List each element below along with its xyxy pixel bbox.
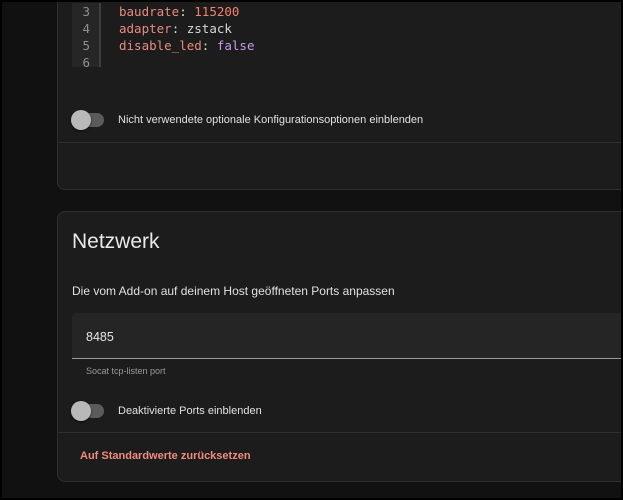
port-helper-text: Socat tcp-listen port xyxy=(86,366,166,376)
line-number: 4 xyxy=(82,21,90,36)
disabled-ports-toggle-row: Deaktivierte Ports einblenden xyxy=(71,401,262,421)
port-input-value: 8485 xyxy=(86,330,114,344)
code-lines[interactable]: baudrate: 115200 adapter: zstack disable… xyxy=(119,3,255,71)
code-line[interactable]: baudrate: 115200 xyxy=(119,3,255,20)
port-input[interactable]: 8485 xyxy=(72,313,621,359)
code-line[interactable]: disable_led: false xyxy=(119,37,255,54)
yaml-value: 115200 xyxy=(194,4,240,19)
configuration-card: 3 4 5 6 baudrate: 115200 adapter: zstack… xyxy=(57,2,621,190)
yaml-key: disable_led xyxy=(119,38,202,53)
yaml-key: baudrate xyxy=(119,4,180,19)
line-number-gutter: 3 4 5 6 xyxy=(72,3,100,70)
disabled-ports-toggle-label: Deaktivierte Ports einblenden xyxy=(118,405,262,417)
network-title: Netzwerk xyxy=(72,230,160,253)
line-number: 5 xyxy=(82,38,90,53)
network-description: Die vom Add-on auf deinem Host geöffnete… xyxy=(72,284,395,298)
yaml-editor[interactable]: 3 4 5 6 baudrate: 115200 adapter: zstack… xyxy=(72,3,621,70)
yaml-separator: : xyxy=(179,4,195,19)
line-number: 6 xyxy=(82,55,90,70)
optional-options-toggle-row: Nicht verwendete optionale Konfiguration… xyxy=(71,110,424,130)
toggle-knob xyxy=(71,110,91,130)
app-frame: 3 4 5 6 baudrate: 115200 adapter: zstack… xyxy=(0,0,623,500)
card-actions-divider xyxy=(58,432,621,433)
line-number: 3 xyxy=(82,4,90,19)
toggle-knob xyxy=(71,401,91,421)
yaml-separator: : xyxy=(171,21,187,36)
yaml-separator: : xyxy=(201,38,217,53)
optional-options-toggle-label: Nicht verwendete optionale Konfiguration… xyxy=(118,114,424,126)
yaml-key: adapter xyxy=(119,21,172,36)
code-line[interactable] xyxy=(119,54,255,71)
network-card: Netzwerk Die vom Add-on auf deinem Host … xyxy=(57,211,621,482)
yaml-value: zstack xyxy=(186,21,232,36)
disabled-ports-toggle[interactable] xyxy=(71,401,104,421)
code-line[interactable]: adapter: zstack xyxy=(119,20,255,37)
yaml-value: false xyxy=(216,38,255,53)
card-actions-divider xyxy=(58,142,621,143)
gutter-separator xyxy=(99,3,101,67)
optional-options-toggle[interactable] xyxy=(71,110,104,130)
reset-defaults-button[interactable]: Auf Standardwerte zurücksetzen xyxy=(80,450,251,462)
